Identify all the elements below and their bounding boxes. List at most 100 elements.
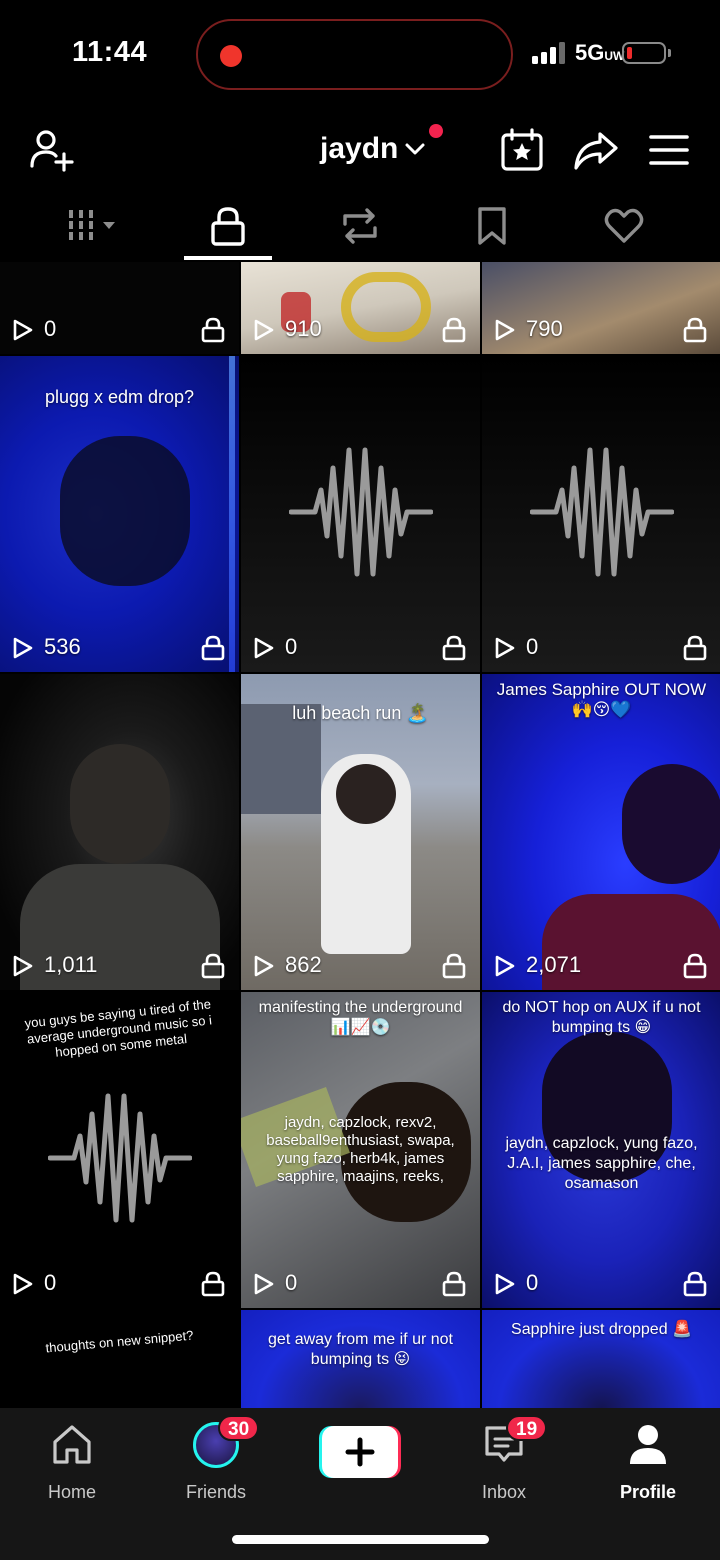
video-tile[interactable]: James Sapphire OUT NOW 🙌😚💙 2,071 — [482, 674, 720, 990]
view-count: 2,071 — [526, 952, 582, 977]
video-grid: 0 910 790 plugg x edm drop? 536 0 0 1,01… — [0, 262, 720, 1408]
video-stats: 862 — [241, 946, 480, 990]
video-stats: 910 — [241, 310, 480, 354]
video-tile[interactable]: thoughts on new snippet? — [0, 1310, 239, 1408]
username: jaydn — [320, 132, 399, 165]
video-stats: 2,071 — [482, 946, 720, 990]
status-time: 11:44 — [72, 36, 148, 68]
status-bar: 11:44 5GUW — [0, 0, 720, 110]
create-button[interactable] — [319, 1426, 401, 1478]
home-indicator[interactable] — [232, 1535, 489, 1544]
heart-icon — [604, 208, 644, 243]
tab-reposts[interactable] — [315, 195, 405, 257]
lock-icon — [683, 635, 707, 661]
video-caption: luh beach run 🏝️ — [292, 703, 429, 723]
battery-icon — [622, 42, 666, 64]
lock-icon — [442, 953, 466, 979]
video-tile[interactable]: luh beach run 🏝️ 862 — [241, 674, 480, 990]
video-tile[interactable]: plugg x edm drop? 536 — [0, 356, 239, 672]
video-caption-secondary: jaydn, capzlock, rexv2, baseball9enthusi… — [266, 1114, 455, 1185]
lock-icon — [683, 953, 707, 979]
video-caption: do NOT hop on AUX if u not bumping ts 😁 — [502, 999, 701, 1036]
bookmark-icon — [478, 207, 506, 245]
nav-profile[interactable]: Profile — [588, 1422, 708, 1512]
friends-badge: 30 — [218, 1415, 260, 1441]
view-count: 1,011 — [44, 952, 98, 977]
profile-header: jaydn — [0, 110, 720, 190]
nav-profile-label: Profile — [619, 1482, 676, 1502]
play-icon — [251, 318, 275, 342]
audio-waveform-icon — [48, 1092, 192, 1224]
profile-tabs — [0, 195, 720, 261]
play-icon — [492, 1272, 516, 1296]
audio-tile[interactable]: 0 — [482, 356, 720, 672]
audio-tile[interactable]: 0 — [241, 356, 480, 672]
repost-icon — [343, 208, 377, 244]
video-tile[interactable]: 910 — [241, 262, 480, 354]
video-tile[interactable]: 0 — [0, 262, 239, 354]
video-tile[interactable]: Sapphire just dropped 🚨 — [482, 1310, 720, 1408]
video-tile[interactable]: 790 — [482, 262, 720, 354]
video-stats: 0 — [241, 628, 480, 672]
play-icon — [251, 954, 275, 978]
play-icon — [492, 318, 516, 342]
inbox-badge: 19 — [506, 1415, 548, 1441]
play-icon — [10, 954, 34, 978]
nav-friends[interactable]: 30 Friends — [156, 1415, 276, 1512]
view-count: 0 — [44, 1270, 57, 1295]
view-count: 0 — [44, 316, 57, 341]
play-icon — [10, 636, 34, 660]
notification-dot — [429, 124, 443, 138]
nav-home[interactable]: Home — [12, 1422, 132, 1512]
video-stats: 0 — [0, 310, 239, 354]
play-icon — [10, 1272, 34, 1296]
lock-icon — [201, 953, 225, 979]
username-switcher[interactable]: jaydn — [320, 132, 426, 166]
add-friend-icon[interactable] — [28, 126, 76, 174]
nav-inbox[interactable]: 19 Inbox — [444, 1415, 564, 1512]
lock-icon — [683, 317, 707, 343]
dynamic-island — [196, 19, 513, 90]
video-stats: 0 — [241, 1264, 480, 1308]
calendar-star-icon[interactable] — [498, 126, 546, 174]
signal-icon — [532, 40, 568, 64]
video-caption: you guys be saying u tired of the averag… — [23, 996, 213, 1060]
video-caption: plugg x edm drop? — [44, 387, 195, 407]
lock-icon — [201, 1271, 225, 1297]
play-icon — [492, 954, 516, 978]
lock-icon — [201, 317, 225, 343]
video-caption: manifesting the underground 📊📈💿 — [258, 999, 463, 1036]
tab-liked[interactable] — [579, 195, 669, 257]
video-caption: James Sapphire OUT NOW 🙌😚💙 — [496, 680, 707, 719]
nav-inbox-label: Inbox — [481, 1482, 527, 1502]
network-type: 5GUW — [575, 40, 625, 65]
video-tile[interactable]: get away from me if ur not bumping ts 😝 — [241, 1310, 480, 1408]
lock-icon — [683, 1271, 707, 1297]
home-icon — [53, 1425, 91, 1464]
grid-icon — [69, 210, 115, 242]
tab-videos[interactable] — [50, 195, 140, 257]
video-tile[interactable]: 1,011 — [0, 674, 239, 990]
video-tile[interactable]: do NOT hop on AUX if u not bumping ts 😁 … — [482, 992, 720, 1308]
audio-waveform-icon — [289, 446, 433, 578]
view-count: 536 — [44, 634, 81, 659]
video-stats: 0 — [0, 1264, 239, 1308]
play-icon — [492, 636, 516, 660]
tab-favorites[interactable] — [447, 195, 537, 257]
menu-icon[interactable] — [645, 126, 693, 174]
audio-tile[interactable]: you guys be saying u tired of the averag… — [0, 992, 239, 1308]
share-icon[interactable] — [572, 126, 620, 174]
video-stats: 0 — [482, 628, 720, 672]
video-caption: Sapphire just dropped 🚨 — [511, 1321, 692, 1338]
video-tile[interactable]: manifesting the underground 📊📈💿 jaydn, c… — [241, 992, 480, 1308]
view-count: 0 — [526, 1270, 539, 1295]
active-tab-indicator — [184, 256, 272, 260]
lock-icon — [201, 635, 225, 661]
nav-friends-label: Friends — [185, 1482, 247, 1502]
tab-private[interactable] — [183, 195, 273, 257]
lock-icon — [211, 207, 245, 246]
play-icon — [251, 1272, 275, 1296]
view-count: 862 — [285, 952, 322, 977]
video-caption: get away from me if ur not bumping ts 😝 — [268, 1331, 453, 1368]
battery-tip — [668, 49, 671, 57]
